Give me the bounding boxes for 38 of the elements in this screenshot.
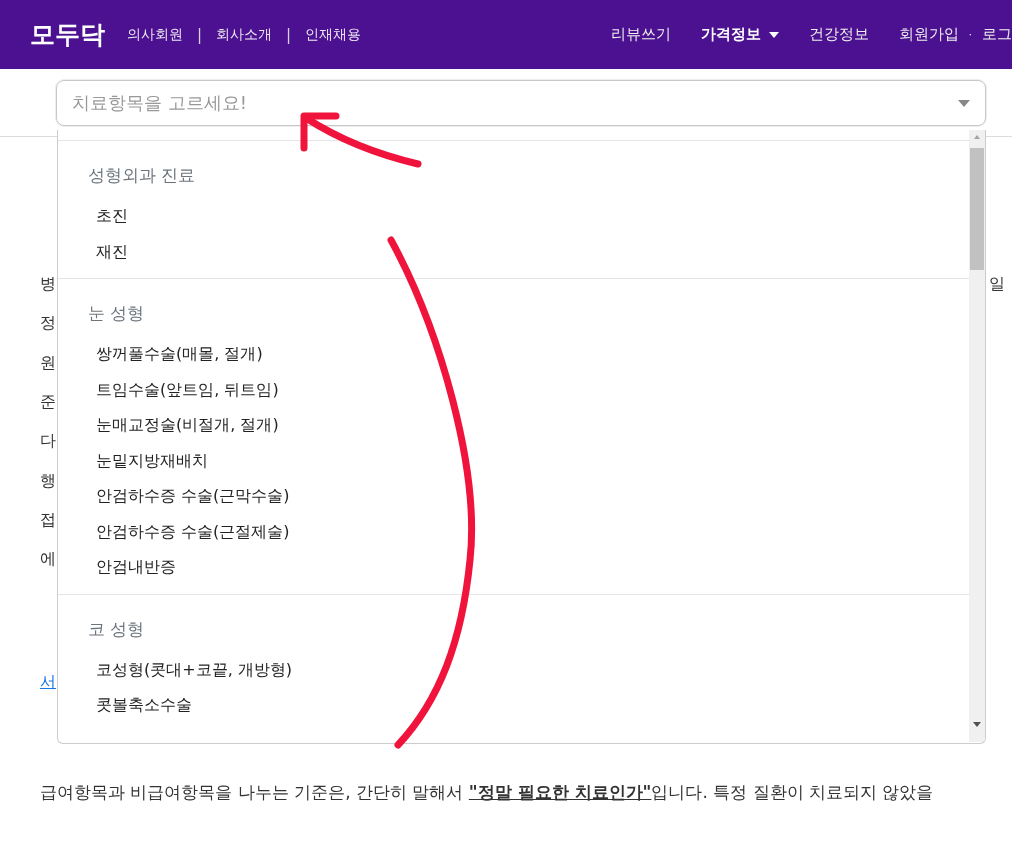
option-group-label: 코 성형 — [87, 617, 146, 641]
caret-icon — [958, 99, 970, 107]
dropdown-option[interactable]: 안검내반증 — [58, 549, 969, 585]
dropdown-option[interactable]: 코성형(콧대+코끝, 개방형) — [58, 651, 969, 687]
site-logo[interactable]: 모두닥 — [30, 18, 105, 51]
dropdown-option[interactable]: 트임수술(앞트임, 뒤트임) — [58, 371, 969, 407]
dropdown-option[interactable]: 초진 — [58, 198, 969, 234]
dropdown-option[interactable]: 콧볼축소수술 — [58, 687, 969, 723]
nav-separator: · — [968, 29, 972, 40]
nav-link[interactable]: 리뷰쓰기 — [610, 25, 671, 44]
dropdown-option[interactable]: 눈밑지방재배치 — [58, 442, 969, 478]
paragraph-text: 일 — [989, 274, 1005, 296]
nav-link[interactable]: 로그 — [982, 25, 1012, 44]
nav-link[interactable]: 인재채용 — [305, 25, 362, 44]
paragraph-text: 준 — [40, 392, 56, 414]
nav-link[interactable]: 회원가입 — [898, 25, 959, 44]
paragraph-text: 접 — [40, 509, 56, 531]
paragraph-text: 병 — [40, 274, 56, 296]
nav-separator: | — [197, 25, 203, 44]
paragraph-text: 정 — [40, 313, 56, 335]
dropdown-option[interactable]: 쌍꺼풀수술(매몰, 절개) — [58, 336, 969, 372]
nav-separator: | — [286, 25, 292, 44]
option-group-label: 눈 성형 — [87, 302, 146, 325]
nav-link[interactable]: 회사소개 — [216, 25, 273, 44]
option-group-label: 성형외과 진료 — [87, 164, 197, 187]
nav-link[interactable]: 의사회원 — [127, 25, 183, 44]
paragraph-text: 급여항목과 비급여항목을 나누는 기준은, 간단히 말해서 "정말 필요한 치료인가"입니다. 특정 질환이 치료되지 않았을 — [40, 781, 935, 805]
paragraph-text: 다 — [40, 431, 56, 453]
scrollbar[interactable] — [969, 130, 985, 742]
dropdown-option[interactable]: 눈매교정술(비절개, 절개) — [58, 407, 969, 443]
dropdown-option[interactable]: 재진 — [58, 233, 969, 269]
paragraph-text: 원 — [40, 352, 56, 374]
paragraph-text: 에 — [40, 549, 56, 571]
dropdown-option[interactable]: 안검하수증 수술(근절제술) — [58, 513, 969, 549]
dropdown-option[interactable]: 안검하수증 수술(근막수술) — [58, 478, 969, 514]
nav-link[interactable]: 가격정보 — [700, 25, 779, 44]
nav-link[interactable]: 건강정보 — [808, 25, 869, 44]
paragraph-text: 행 — [40, 470, 56, 492]
